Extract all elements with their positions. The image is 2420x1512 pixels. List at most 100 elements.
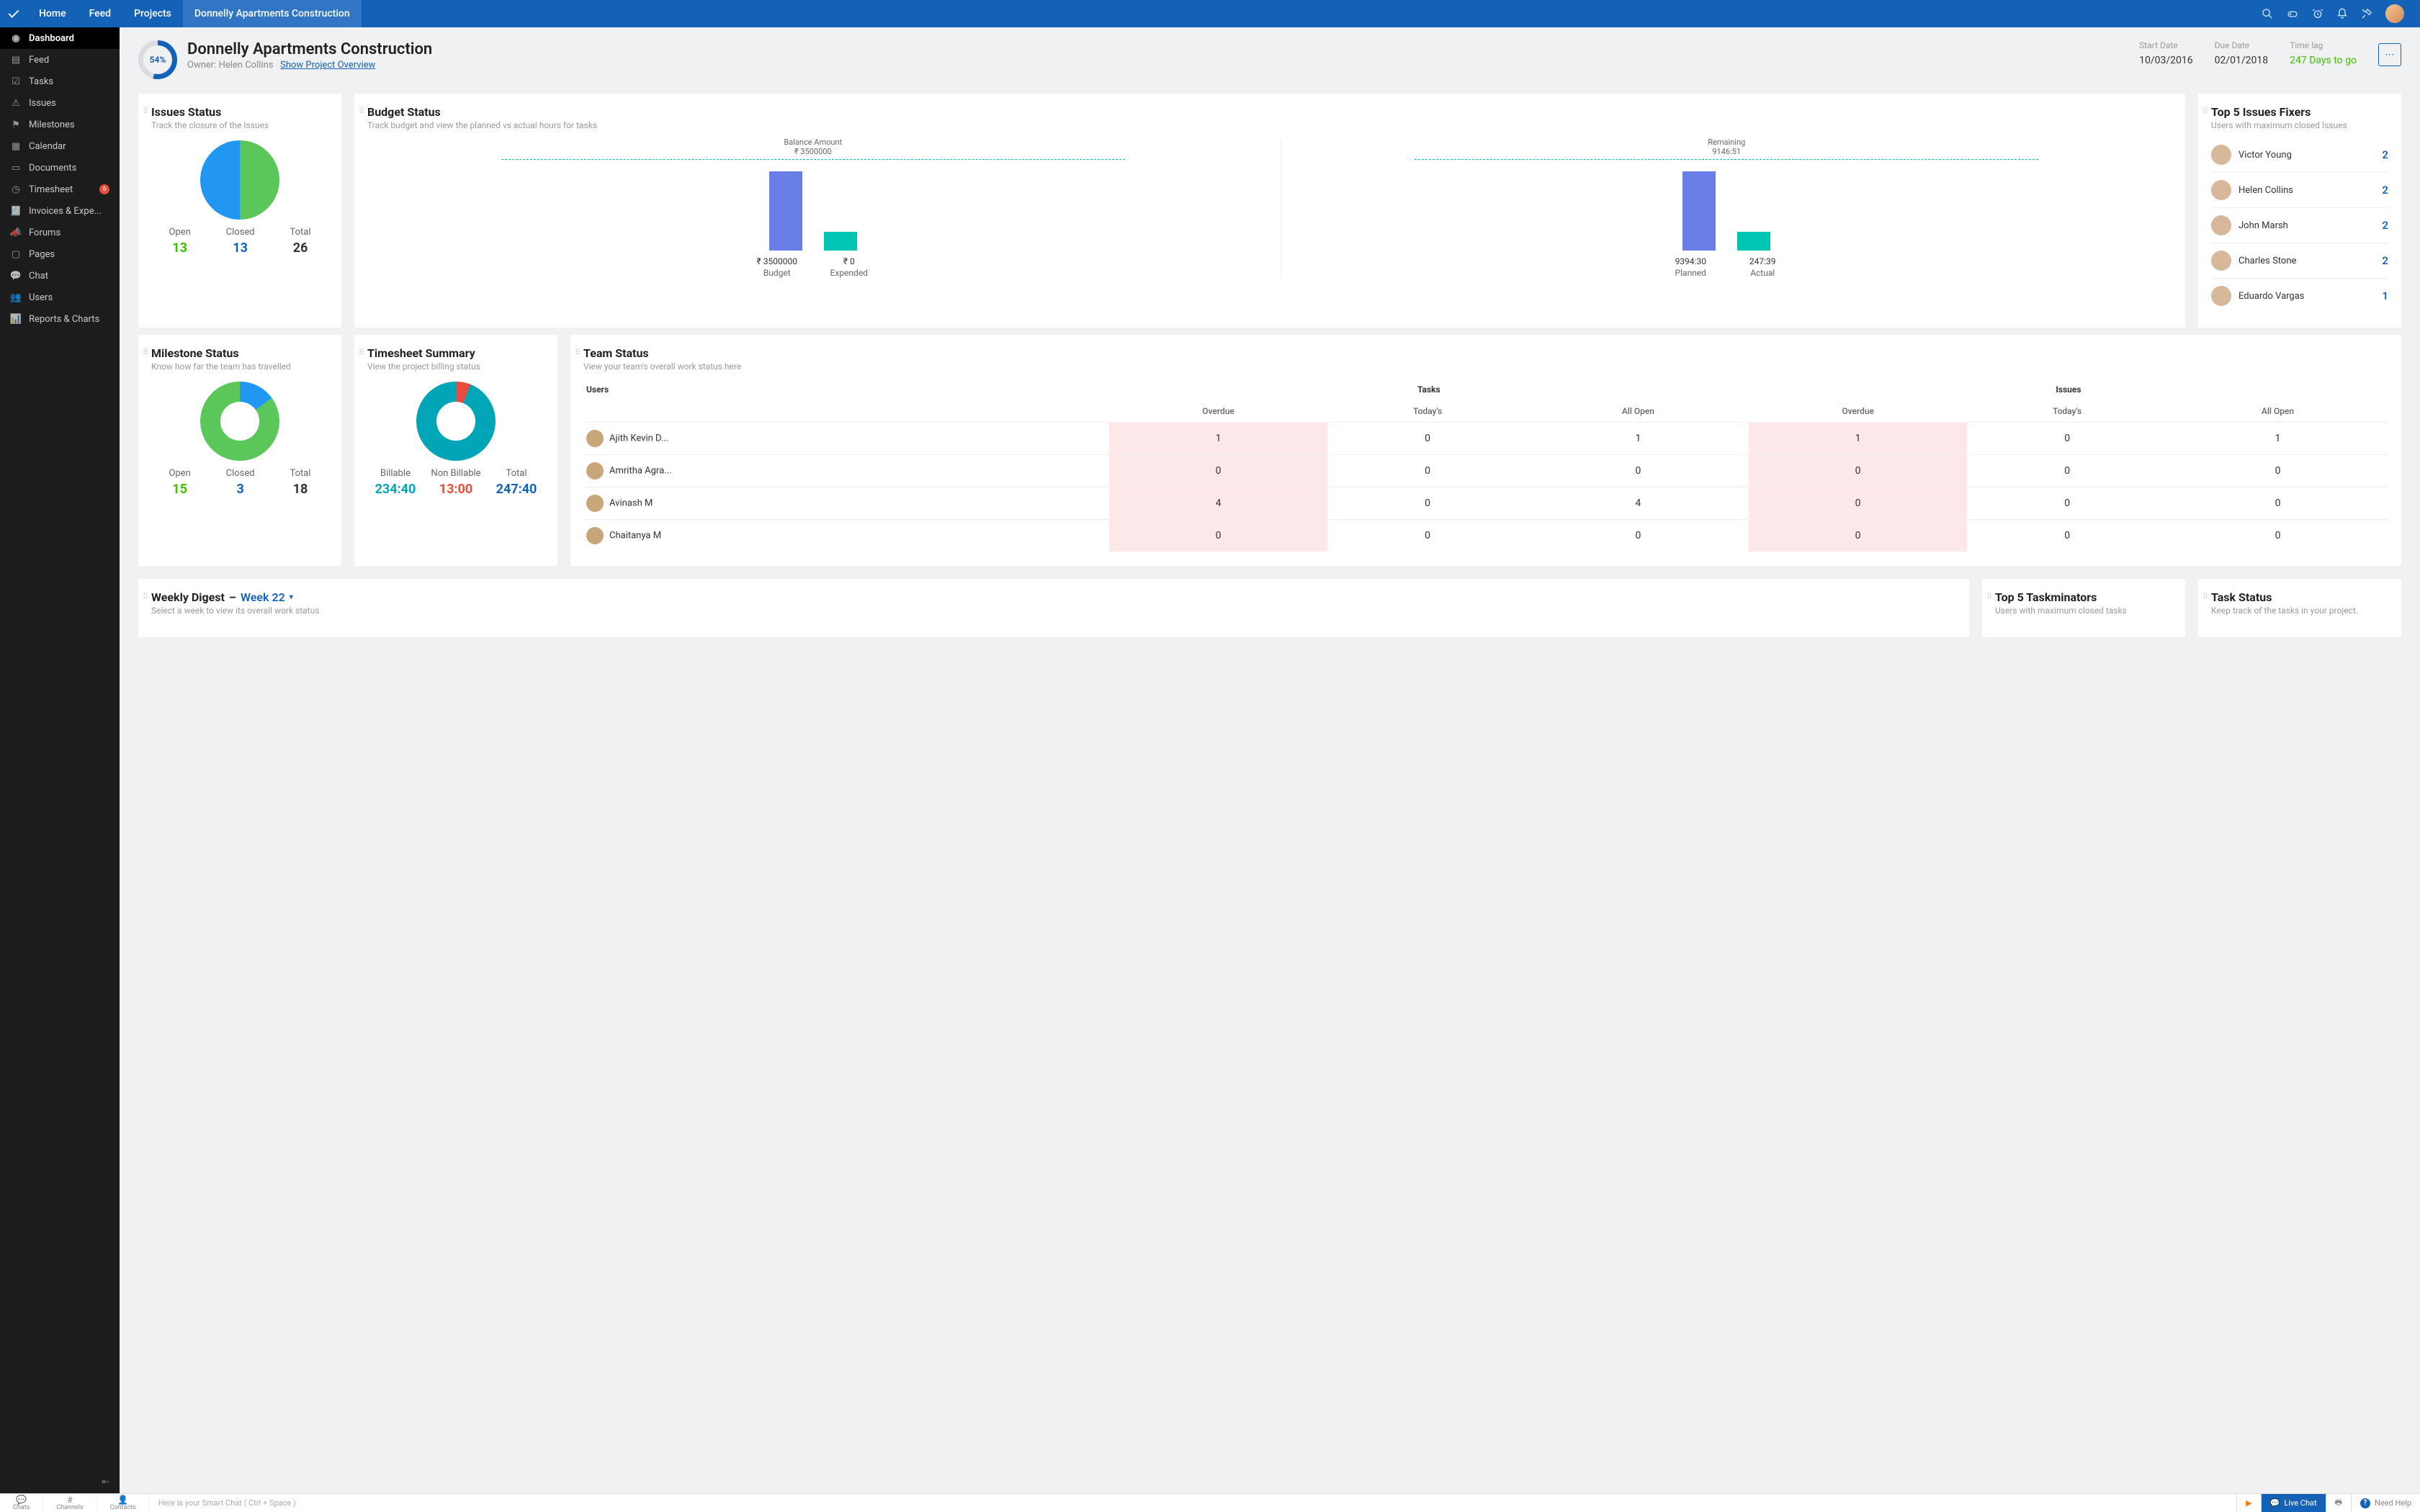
app-logo-icon[interactable] (0, 0, 27, 27)
issues-stats: Open13 Closed13 Total26 (151, 227, 328, 256)
widget-subtitle: Track budget and view the planned vs act… (367, 120, 2172, 130)
user-name: Amritha Agra... (609, 466, 671, 477)
fixer-row[interactable]: Eduardo Vargas1 (2211, 279, 2388, 313)
nav-home[interactable]: Home (27, 0, 78, 27)
sidebar-item-forums[interactable]: 📣Forums (0, 222, 120, 243)
show-overview-link[interactable]: Show Project Overview (280, 60, 375, 71)
fixer-name: Charles Stone (2238, 256, 2382, 266)
stat-value: 234:40 (375, 482, 416, 497)
sidebar-item-feed[interactable]: ▤Feed (0, 49, 120, 71)
user-avatar (586, 527, 604, 544)
drag-handle-icon[interactable]: ⠿ (143, 592, 148, 601)
issues-today: 0 (1967, 520, 2167, 552)
team-row[interactable]: Chaitanya M000000 (583, 520, 2388, 552)
fixer-row[interactable]: Victor Young2 (2211, 138, 2388, 173)
sidebar-item-pages[interactable]: ▢Pages (0, 243, 120, 265)
sidebar-item-tasks[interactable]: ☑Tasks (0, 71, 120, 92)
user-name: Ajith Kevin D... (609, 433, 668, 444)
sidebar-item-users[interactable]: 👥Users (0, 287, 120, 308)
sidebar-item-invoices[interactable]: 🧾Invoices & Expe... (0, 200, 120, 222)
issues-pie-chart (200, 140, 279, 220)
drag-handle-icon[interactable]: ⠿ (1986, 592, 1992, 601)
widget-timesheet-summary: ⠿ Timesheet Summary View the project bil… (354, 335, 557, 566)
issues-today: 0 (1967, 487, 2167, 520)
more-button[interactable]: ⋯ (2378, 43, 2401, 66)
widget-subtitle: View the project billing status (367, 361, 544, 372)
bar-value: 247:39 (1737, 256, 1788, 266)
sidebar-item-issues[interactable]: ⚠Issues (0, 92, 120, 114)
issues-today: 0 (1967, 455, 2167, 487)
owner-name: Helen Collins (219, 60, 274, 71)
remaining-annotation: Remaining 9146:51 (1281, 138, 2173, 156)
timesheet-badge: 6 (99, 184, 109, 194)
need-help-button[interactable]: ?Need Help (2351, 1494, 2420, 1512)
reports-icon: 📊 (10, 313, 22, 325)
pages-icon: ▢ (10, 248, 22, 260)
stat-value: 3 (226, 482, 255, 497)
play-button[interactable]: ▶ (2236, 1494, 2260, 1512)
fixer-row[interactable]: John Marsh2 (2211, 208, 2388, 243)
week-selector-link[interactable]: Week 22 (241, 590, 285, 604)
user-avatar[interactable] (2385, 4, 2404, 23)
fixer-row[interactable]: Helen Collins2 (2211, 173, 2388, 208)
tools-icon[interactable] (2361, 8, 2372, 19)
sidebar-item-label: Issues (29, 98, 56, 109)
meta-label: Due Date (2215, 40, 2269, 50)
team-row[interactable]: Ajith Kevin D...101101 (583, 423, 2388, 455)
gamepad-icon[interactable] (2286, 8, 2299, 19)
tasks-overdue: 1 (1109, 423, 1327, 455)
nav-links: Home Feed Projects Donnelly Apartments C… (27, 0, 362, 27)
sidebar-item-timesheet[interactable]: ◷Timesheet6 (0, 179, 120, 200)
drag-handle-icon[interactable]: ⠿ (2202, 107, 2208, 116)
sidebar-item-milestones[interactable]: ⚑Milestones (0, 114, 120, 135)
bell-icon[interactable] (2336, 8, 2348, 19)
widget-team-status: ⠿ Team Status View your team's overall w… (570, 335, 2401, 566)
anno-value: 9146:51 (1281, 147, 2173, 156)
team-row[interactable]: Avinash M404000 (583, 487, 2388, 520)
th-allopen: All Open (2167, 400, 2388, 423)
bb-contacts[interactable]: 👤Contacts (97, 1494, 150, 1512)
sidebar-item-chat[interactable]: 💬Chat (0, 265, 120, 287)
sidebar-item-dashboard[interactable]: ◉Dashboard (0, 27, 120, 49)
smart-chat-input[interactable]: Here is your Smart Chat ( Ctrl + Space ) (150, 1494, 2237, 1512)
team-row[interactable]: Amritha Agra...000000 (583, 455, 2388, 487)
nav-current-project[interactable]: Donnelly Apartments Construction (183, 0, 362, 27)
drag-handle-icon[interactable]: ⠿ (143, 348, 148, 357)
sidebar-item-reports[interactable]: 📊Reports & Charts (0, 308, 120, 330)
progress-percent: 54% (138, 40, 177, 79)
nav-feed[interactable]: Feed (78, 0, 122, 27)
alarm-icon[interactable] (2312, 8, 2323, 19)
widget-title: Issues Status (151, 105, 328, 119)
drag-handle-icon[interactable]: ⠿ (359, 107, 364, 116)
fixer-count: 2 (2382, 148, 2388, 161)
search-icon[interactable] (2262, 8, 2273, 19)
nav-projects[interactable]: Projects (122, 0, 183, 27)
owner-label: Owner: (187, 60, 216, 71)
widget-title: Budget Status (367, 105, 2172, 119)
live-chat-button[interactable]: 💬Live Chat (2261, 1494, 2326, 1512)
drag-handle-icon[interactable]: ⠿ (143, 107, 148, 116)
stat-value: 15 (169, 482, 190, 497)
chevron-down-icon[interactable]: ▾ (290, 593, 293, 601)
stat-label: Non Billable (431, 468, 480, 479)
bb-chats[interactable]: 💬Chats (0, 1494, 43, 1512)
sidebar-collapse-icon[interactable]: ⇤ (102, 1477, 109, 1488)
drag-handle-icon[interactable]: ⠿ (575, 348, 581, 357)
sidebar-item-documents[interactable]: ▭Documents (0, 157, 120, 179)
issues-open: 1 (2167, 423, 2388, 455)
print-button[interactable]: 🖶 (2326, 1494, 2351, 1512)
chat-icon: 💬 (16, 1495, 27, 1504)
planned-bar (1682, 171, 1716, 251)
th-todays: Today's (1967, 400, 2167, 423)
fixer-row[interactable]: Charles Stone2 (2211, 243, 2388, 279)
sidebar-item-calendar[interactable]: ▦Calendar (0, 135, 120, 157)
meta-value: 10/03/2016 (2139, 55, 2193, 66)
tasks-overdue: 0 (1109, 455, 1327, 487)
issues-overdue: 0 (1749, 455, 1967, 487)
meta-start: Start Date 10/03/2016 (2139, 40, 2193, 66)
drag-handle-icon[interactable]: ⠿ (359, 348, 364, 357)
bb-channels[interactable]: #Channels (43, 1494, 97, 1512)
stat-value: 247:40 (496, 482, 537, 497)
sidebar-item-label: Timesheet (29, 184, 73, 195)
drag-handle-icon[interactable]: ⠿ (2202, 592, 2208, 601)
